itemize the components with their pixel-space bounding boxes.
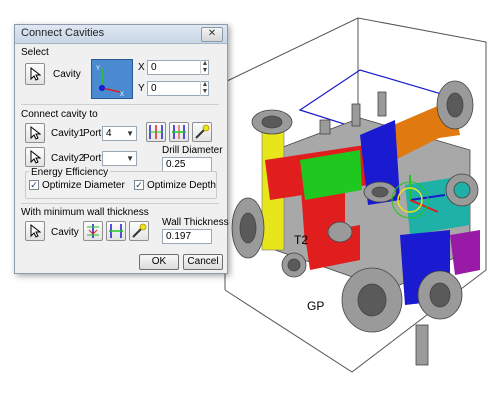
divider [21,104,219,105]
optimize-depth-checkbox[interactable]: ✓ [134,180,144,190]
wall-auto-button[interactable] [129,221,149,241]
x-label: X [138,62,145,73]
align-vertical-button[interactable] [146,122,166,142]
align-horizontal-button[interactable] [169,122,189,142]
y-label: Y [138,83,145,94]
port1-value: 4 [106,128,112,139]
wand-icon [132,223,147,238]
connect-heading: Connect cavity to [21,109,98,120]
port2-select[interactable]: ▼ [102,151,137,166]
drill-diameter-label: Drill Diameter [162,145,223,156]
cavity-preview: Y X [91,59,133,99]
drill-diameter-input[interactable]: 0.25 [162,157,212,172]
port2-label: Port [83,153,102,164]
svg-text:Y: Y [96,66,100,72]
optimize-diameter-checkbox[interactable]: ✓ [29,180,39,190]
align-vertical-icon [149,125,163,139]
auto-connect-button[interactable] [192,122,212,142]
y-spinner[interactable]: ▲ ▼ [200,81,209,96]
wall-thickness-label: Wall Thickness [162,217,229,228]
select-cavity1-button[interactable] [25,123,45,143]
connect-cavities-dialog: Connect Cavities ✕ Select Cavity Y X X 0… [14,24,229,274]
axis-preview-icon: Y X [96,66,124,98]
close-icon: ✕ [207,28,217,39]
close-button[interactable]: ✕ [201,27,223,42]
optimize-depth-label: Optimize Depth [147,180,216,191]
select-cavity-label: Cavity [53,69,81,80]
select-cavity2-button[interactable] [25,147,45,167]
cavity2-label: Cavity2 [51,153,85,164]
wand-icon [195,124,210,139]
label-t2: T2 [294,233,308,247]
select-heading: Select [21,47,49,58]
svg-text:X: X [120,92,124,98]
wall-check-icon [87,224,99,238]
divider [21,203,219,204]
wall-align-button[interactable] [106,221,126,241]
pointer-icon [30,150,41,164]
wall-check-button[interactable] [83,221,103,241]
energy-heading: Energy Efficiency [29,167,111,178]
x-spinner[interactable]: ▲ ▼ [200,60,209,75]
select-cavity-button[interactable] [25,63,45,85]
pointer-icon [30,126,41,140]
chevron-down-icon: ▼ [126,154,134,163]
cancel-button[interactable]: Cancel [183,254,223,270]
ok-button[interactable]: OK [139,254,179,270]
chevron-down-icon: ▼ [126,129,134,138]
align-horizontal-icon [172,125,186,139]
port1-select[interactable]: 4 ▼ [102,126,137,141]
pointer-icon [30,224,41,238]
wall-heading: With minimum wall thickness [21,207,149,218]
label-gp: GP [307,299,324,313]
wall-thickness-input[interactable]: 0.197 [162,229,212,244]
optimize-diameter-label: Optimize Diameter [42,180,125,191]
port1-label: Port [83,128,102,139]
dialog-titlebar[interactable]: Connect Cavities ✕ [15,25,227,44]
wall-cavity-label: Cavity [51,227,79,238]
align-horizontal-icon [109,224,123,238]
dialog-title: Connect Cavities [21,27,105,39]
pointer-icon [30,67,41,81]
cavity1-label: Cavity1 [51,128,85,139]
select-wall-cavity-button[interactable] [25,221,45,241]
